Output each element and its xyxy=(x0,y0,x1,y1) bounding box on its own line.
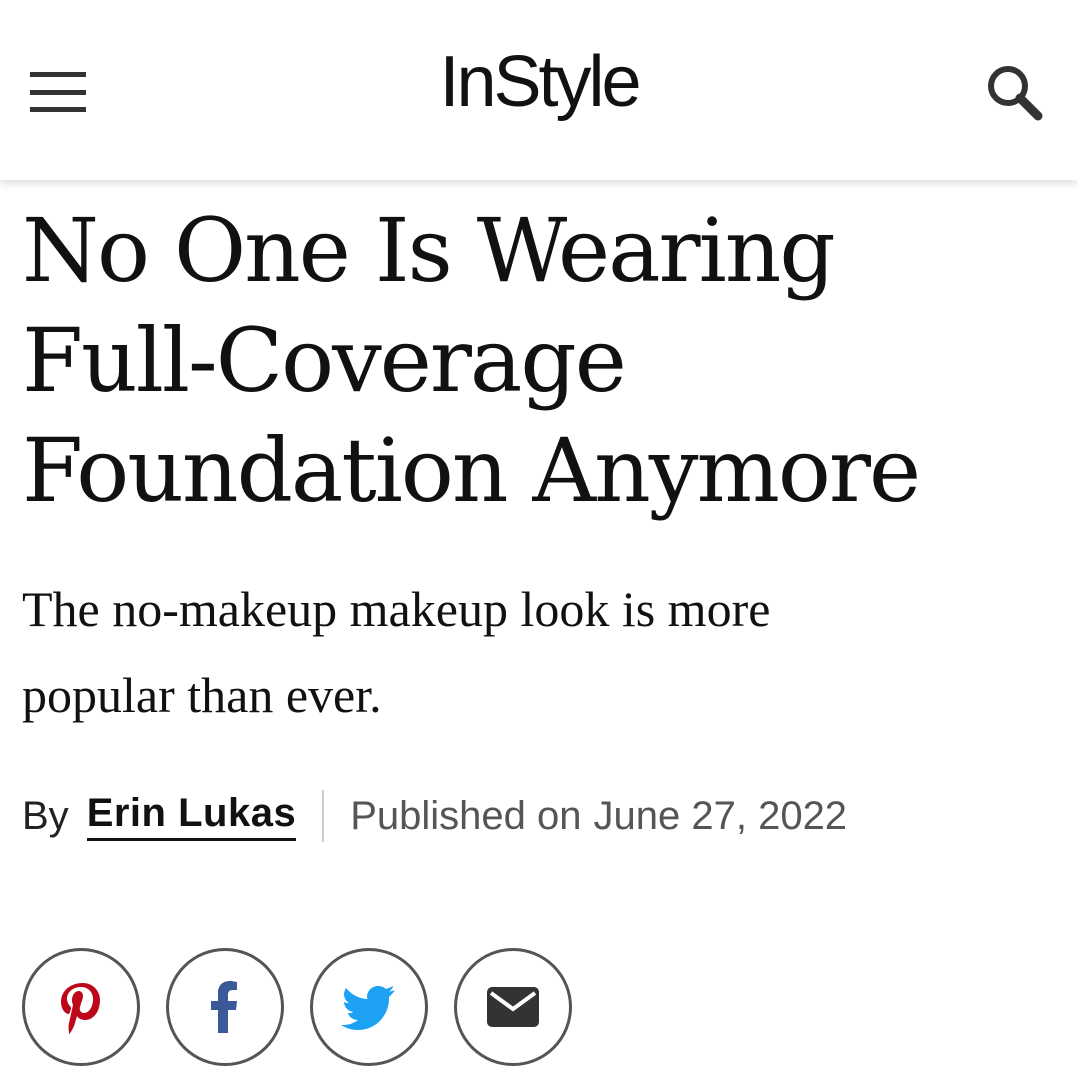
share-facebook-button[interactable] xyxy=(166,948,284,1066)
published-date: June 27, 2022 xyxy=(593,793,848,838)
pinterest-icon xyxy=(61,983,100,1034)
share-email-button[interactable] xyxy=(454,948,572,1066)
headline-line: No One Is Wearing xyxy=(22,199,836,302)
byline-by-label: By xyxy=(22,793,69,838)
headline-line: Full-Coverage xyxy=(22,309,627,412)
article-dek: The no-makeup makeup look is more popula… xyxy=(22,566,1022,738)
published-info: Published on June 27, 2022 xyxy=(350,794,847,839)
site-header: InStyle xyxy=(0,0,1078,180)
headline-line: Foundation Anymore xyxy=(22,419,921,522)
byline-divider xyxy=(322,790,325,842)
article-page: InStyle No One Is Wearing Full-Coverage … xyxy=(0,0,1078,1078)
author-link[interactable]: Erin Lukas xyxy=(86,791,297,841)
search-icon-graphic xyxy=(988,66,1043,121)
site-logo[interactable]: InStyle xyxy=(0,46,1078,118)
dek-line: popular than ever. xyxy=(22,667,382,723)
share-buttons xyxy=(22,948,572,1066)
email-icon xyxy=(487,987,539,1027)
share-pinterest-button[interactable] xyxy=(22,948,140,1066)
search-icon[interactable] xyxy=(984,62,1044,122)
facebook-icon xyxy=(211,981,237,1033)
published-label: Published on xyxy=(350,793,582,838)
share-twitter-button[interactable] xyxy=(310,948,428,1066)
twitter-icon xyxy=(341,986,395,1030)
byline: By Erin Lukas Published on June 27, 2022 xyxy=(22,786,847,846)
article-headline: No One Is Wearing Full-Coverage Foundati… xyxy=(22,196,1062,526)
dek-line: The no-makeup makeup look is more xyxy=(22,581,771,637)
